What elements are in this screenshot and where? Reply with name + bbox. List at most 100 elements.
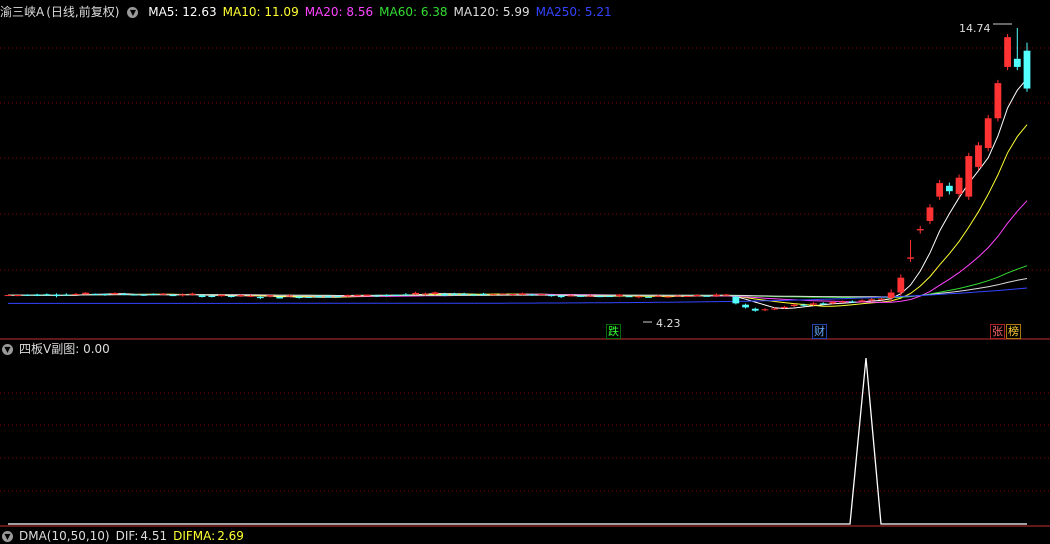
- candle-body: [693, 295, 701, 297]
- candle-body: [674, 295, 682, 297]
- list-badge[interactable]: 榜: [1006, 324, 1021, 339]
- candle-body: [33, 294, 41, 296]
- candle-body: [975, 145, 982, 167]
- candle-body: [1013, 58, 1021, 67]
- candle-body: [742, 304, 749, 308]
- finance-badge[interactable]: 财: [812, 324, 827, 339]
- candle-body: [140, 294, 148, 296]
- sub-chart-value: : 0.00: [75, 342, 110, 356]
- candle-body: [315, 296, 322, 298]
- candle-body: [256, 297, 264, 299]
- candle-body: [984, 118, 992, 148]
- candle-body: [965, 156, 973, 197]
- candle-body: [926, 207, 934, 221]
- candle-body: [577, 295, 584, 297]
- candle-body: [567, 295, 575, 297]
- ma-line: [8, 200, 1028, 303]
- fall-badge[interactable]: 跌: [606, 324, 621, 339]
- candle-body: [635, 296, 643, 298]
- candle-body: [179, 294, 187, 296]
- candle-body: [1023, 50, 1031, 89]
- candle-body: [324, 296, 332, 298]
- candle-body: [994, 83, 1002, 119]
- candle-body: [227, 296, 235, 298]
- candle-body: [344, 295, 352, 297]
- candle-body: [460, 293, 468, 295]
- candle-body: [509, 294, 517, 296]
- candle-body: [480, 293, 487, 295]
- moving-average-lines: [8, 23, 1028, 323]
- candle-body: [412, 292, 419, 295]
- candle-body: [353, 294, 361, 296]
- candle-body: [276, 296, 284, 299]
- settings-circle-icon[interactable]: ▼: [127, 7, 139, 18]
- candle-body: [829, 302, 837, 304]
- candle-body: [819, 303, 827, 305]
- candle-body: [53, 294, 60, 297]
- candle-body: [596, 296, 604, 298]
- sub-chart-header: ▼ 四板V副图: 0.00: [0, 341, 116, 357]
- high-price-label: 14.74: [959, 22, 991, 35]
- settings-circle-icon[interactable]: ▼: [2, 344, 13, 355]
- candle-body: [518, 293, 526, 295]
- candle-body: [916, 229, 924, 231]
- indicator-line: [8, 357, 1027, 525]
- limit-up-badge[interactable]: 张: [990, 324, 1005, 339]
- period-label: (日线,前复权): [46, 5, 120, 19]
- candle-body: [150, 293, 157, 295]
- candle-body: [334, 296, 342, 298]
- difma-value: 2.69: [217, 529, 244, 543]
- dma-title: DMA(10,50,10): [19, 529, 110, 543]
- candle-body: [897, 277, 905, 293]
- candle-body: [130, 294, 138, 296]
- candle-body: [247, 295, 255, 297]
- candle-body: [101, 294, 109, 296]
- candle-body: [858, 300, 866, 302]
- candle-body: [489, 294, 497, 296]
- candle-body: [4, 295, 12, 297]
- sub-chart-title: 四板V副图: [19, 342, 76, 356]
- candle-body: [188, 293, 196, 295]
- candle-body: [363, 294, 371, 296]
- stock-name: 渝三峡A: [0, 5, 45, 19]
- candle-body: [645, 296, 652, 298]
- candle-body: [198, 295, 206, 297]
- candle-body: [761, 309, 769, 311]
- candle-body: [557, 295, 565, 298]
- candle-body: [703, 295, 711, 297]
- candle-body: [664, 296, 672, 298]
- candle-body: [955, 177, 963, 194]
- candle-body: [431, 292, 439, 295]
- candle-body: [82, 292, 90, 295]
- candle-body: [373, 295, 381, 297]
- candle-body: [237, 295, 245, 297]
- candle-body: [810, 303, 817, 305]
- candle-body: [868, 299, 876, 301]
- candle-body: [470, 294, 478, 296]
- candle-body: [24, 294, 31, 296]
- candle-body: [936, 183, 944, 197]
- candle-body: [305, 296, 313, 298]
- dif-value: 4.51: [140, 529, 168, 543]
- ma-legend: MA5: 12.63 MA10: 11.09 MA20: 8.56 MA60: 6.3…: [148, 5, 617, 19]
- candle-body: [1004, 37, 1011, 67]
- candle-body: [538, 294, 546, 296]
- ma-legend-item: MA20: 8.56: [304, 5, 374, 19]
- low-price-label: 4.23: [656, 317, 681, 330]
- candle-body: [499, 293, 507, 295]
- candle-body: [848, 301, 856, 303]
- candle-body: [295, 296, 303, 299]
- candle-body: [208, 296, 216, 298]
- dma-header: ▼ DMA(10,50,10) DIF: 4.51 DIFMA: 2.69: [0, 528, 250, 544]
- candle-body: [441, 294, 449, 296]
- candle-body: [266, 295, 274, 297]
- candle-body: [751, 308, 759, 311]
- candle-body: [383, 295, 390, 297]
- candle-body: [528, 294, 536, 296]
- candle-body: [91, 293, 99, 295]
- candle-body: [625, 296, 633, 298]
- candle-body: [159, 293, 167, 295]
- ma-legend-item: MA250: 5.21: [535, 5, 612, 19]
- candle-body: [62, 294, 70, 296]
- candle-body: [421, 293, 429, 295]
